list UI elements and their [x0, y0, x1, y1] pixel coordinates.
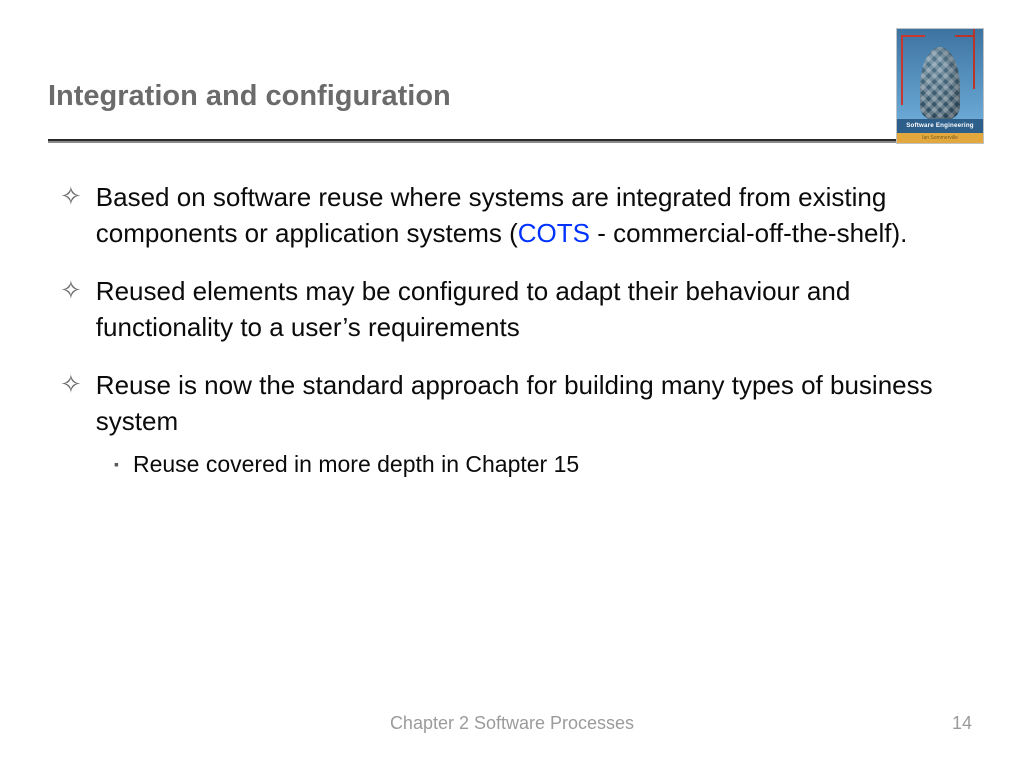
slide-title: Integration and configuration: [48, 60, 976, 131]
square-bullet-icon: ▪: [114, 449, 119, 479]
highlight-cots: COTS: [518, 218, 590, 248]
diamond-bullet-icon: ✧: [60, 273, 82, 345]
sub-bullet-item: ▪ Reuse covered in more depth in Chapter…: [114, 449, 946, 479]
bullet-item: ✧ Based on software reuse where systems …: [60, 179, 946, 251]
sub-bullet-text: Reuse covered in more depth in Chapter 1…: [133, 449, 579, 479]
bullet-text: Reuse is now the standard approach for b…: [96, 367, 946, 439]
diamond-bullet-icon: ✧: [60, 179, 82, 251]
bullet-item: ✧ Reuse is now the standard approach for…: [60, 367, 946, 439]
diamond-bullet-icon: ✧: [60, 367, 82, 439]
slide-header: Integration and configuration Software E…: [48, 60, 976, 143]
title-divider: [48, 139, 976, 143]
book-cover-image: Software Engineering Ian Sommerville: [896, 28, 984, 144]
slide-footer: Chapter 2 Software Processes: [0, 713, 1024, 734]
slide: Integration and configuration Software E…: [0, 0, 1024, 768]
bullet-item: ✧ Reused elements may be configured to a…: [60, 273, 946, 345]
bullet-text: Based on software reuse where systems ar…: [96, 179, 946, 251]
book-cover-title: Software Engineering: [897, 119, 983, 133]
bullet-text: Reused elements may be configured to ada…: [96, 273, 946, 345]
book-cover-author: Ian Sommerville: [897, 133, 983, 143]
slide-body: ✧ Based on software reuse where systems …: [48, 143, 976, 479]
page-number: 14: [952, 713, 972, 734]
